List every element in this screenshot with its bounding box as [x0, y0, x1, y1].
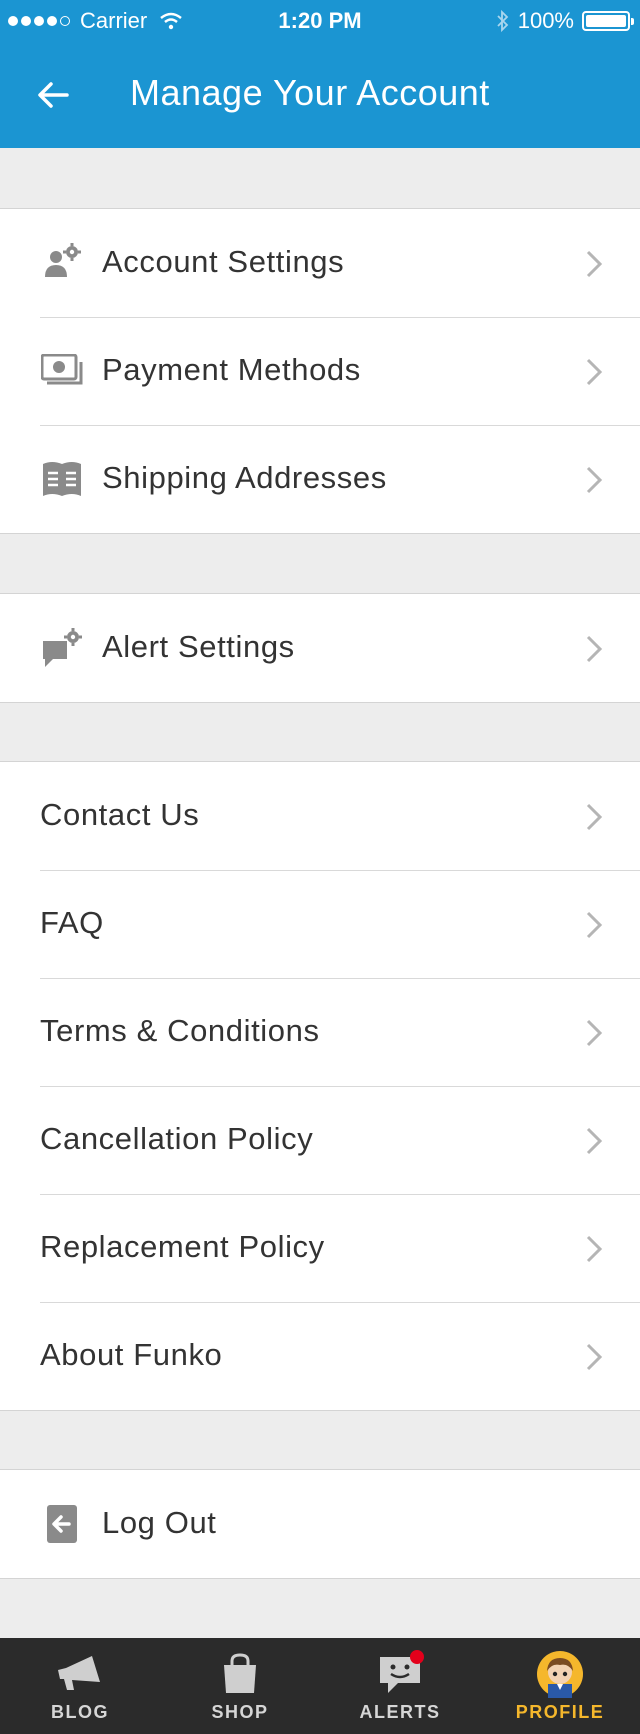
money-icon — [40, 349, 84, 393]
back-arrow-icon — [38, 82, 69, 108]
battery-icon — [582, 11, 634, 31]
menu-item-label: Shipping Addresses — [102, 460, 387, 495]
tab-blog[interactable]: BLOG — [0, 1638, 160, 1734]
info-group: Contact Us FAQ Terms & Conditions Cancel… — [0, 761, 640, 1411]
chevron-right-icon — [586, 1343, 603, 1371]
menu-item-label: Log Out — [102, 1505, 217, 1540]
megaphone-icon — [54, 1652, 106, 1696]
chevron-right-icon — [586, 1235, 603, 1263]
alert-settings-group: Alert Settings — [0, 593, 640, 703]
chevron-right-icon — [586, 466, 603, 494]
menu-item-contact-us[interactable]: Contact Us — [0, 762, 640, 870]
menu-item-label: Cancellation Policy — [40, 1121, 314, 1156]
logout-icon — [40, 1502, 84, 1546]
menu-item-cancellation-policy[interactable]: Cancellation Policy — [0, 1086, 640, 1194]
menu-item-faq[interactable]: FAQ — [0, 870, 640, 978]
chevron-right-icon — [586, 250, 603, 278]
menu-item-shipping-addresses[interactable]: Shipping Addresses — [0, 425, 640, 533]
user-gear-icon — [40, 241, 84, 285]
chevron-right-icon — [586, 358, 603, 386]
address-book-icon — [40, 457, 84, 501]
chat-gear-icon — [40, 626, 84, 670]
tab-label: ALERTS — [359, 1702, 441, 1722]
battery-info: 100% — [496, 8, 634, 34]
tab-profile[interactable]: PROFILE — [480, 1638, 640, 1734]
tab-label: PROFILE — [515, 1702, 605, 1722]
status-bar: Carrier 1:20 PM 100% — [0, 0, 640, 40]
avatar-icon — [536, 1651, 584, 1698]
tab-label: SHOP — [211, 1702, 269, 1722]
menu-item-label: Terms & Conditions — [40, 1013, 320, 1048]
chevron-right-icon — [586, 1019, 603, 1047]
chevron-right-icon — [586, 803, 603, 831]
tab-shop[interactable]: SHOP — [160, 1638, 320, 1734]
alert-badge — [410, 1650, 424, 1664]
account-settings-group: Account Settings Payment Methods Shippin… — [0, 208, 640, 534]
menu-item-terms-conditions[interactable]: Terms & Conditions — [0, 978, 640, 1086]
chevron-right-icon — [586, 1127, 603, 1155]
tab-alerts[interactable]: ALERTS — [320, 1638, 480, 1734]
chevron-right-icon — [586, 635, 603, 663]
shopping-bag-icon — [221, 1652, 259, 1696]
back-button[interactable] — [28, 70, 78, 120]
menu-item-label: Alert Settings — [102, 629, 295, 664]
menu-item-account-settings[interactable]: Account Settings — [0, 209, 640, 317]
chevron-right-icon — [586, 911, 603, 939]
menu-item-alert-settings[interactable]: Alert Settings — [0, 594, 640, 702]
menu-item-about-funko[interactable]: About Funko — [0, 1302, 640, 1410]
tab-label: BLOG — [51, 1702, 109, 1722]
menu-item-label: Account Settings — [102, 244, 345, 279]
menu-item-label: Payment Methods — [102, 352, 361, 387]
menu-item-payment-methods[interactable]: Payment Methods — [0, 317, 640, 425]
battery-percent: 100% — [517, 8, 574, 33]
tab-bar: BLOG SHOP ALERTS PROFILE — [0, 1638, 640, 1734]
logout-group: Log Out — [0, 1469, 640, 1579]
menu-item-label: About Funko — [40, 1337, 223, 1372]
menu-item-log-out[interactable]: Log Out — [0, 1470, 640, 1578]
menu-item-label: FAQ — [40, 905, 104, 940]
menu-item-replacement-policy[interactable]: Replacement Policy — [0, 1194, 640, 1302]
menu-item-label: Replacement Policy — [40, 1229, 325, 1264]
page-title: Manage Your Account — [130, 72, 490, 113]
bluetooth-icon — [496, 9, 510, 33]
header: Manage Your Account — [0, 40, 640, 148]
menu-item-label: Contact Us — [40, 797, 200, 832]
